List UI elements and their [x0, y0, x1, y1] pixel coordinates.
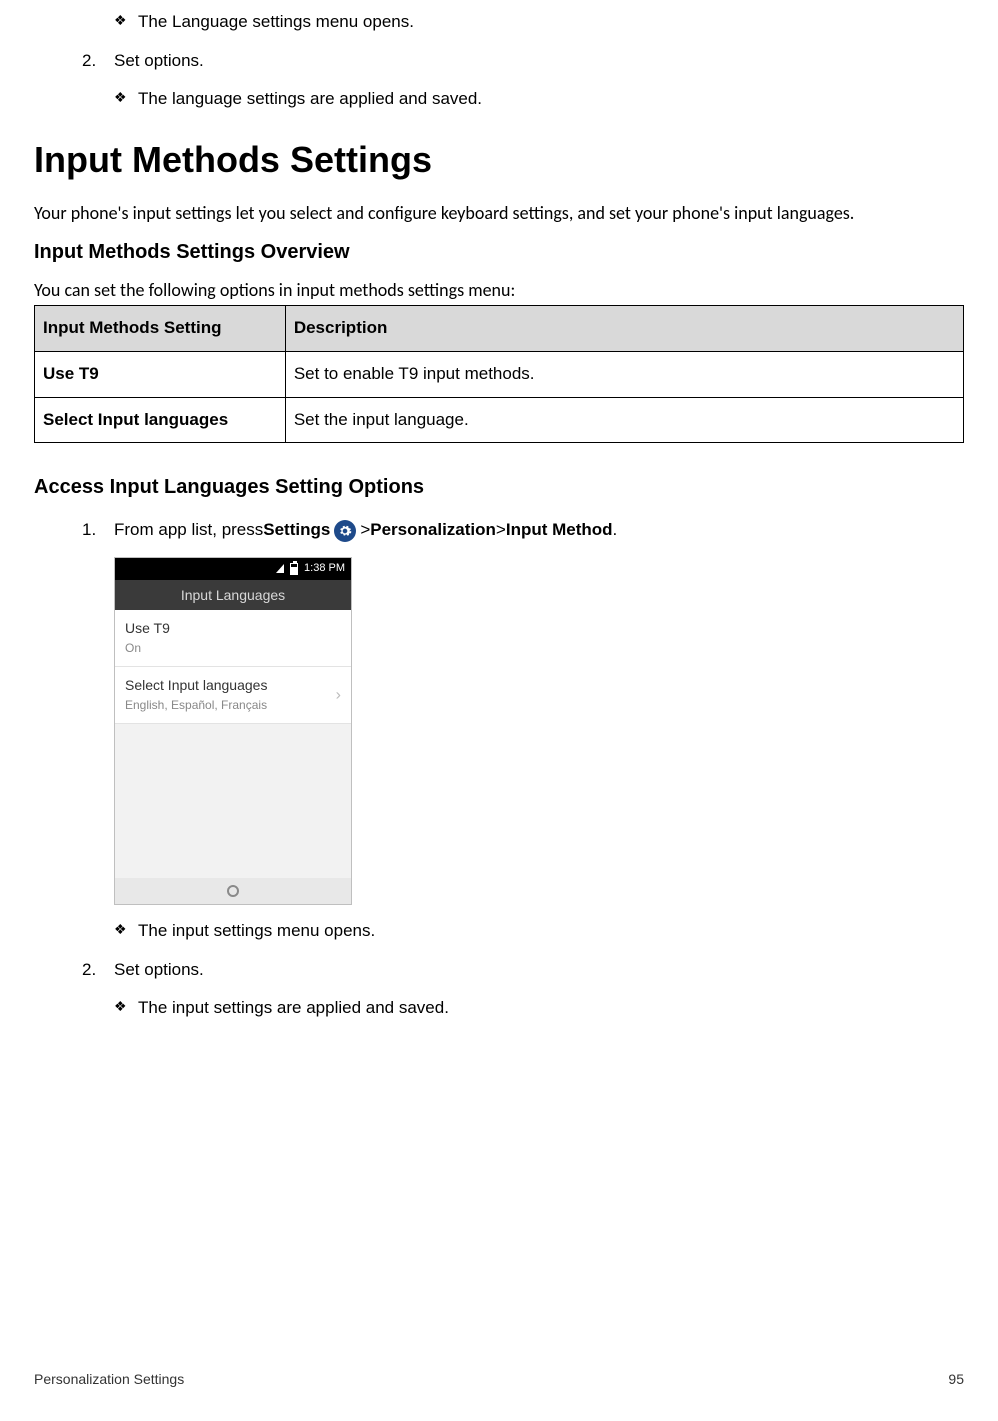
- numbered-item: 2. Set options.: [82, 49, 964, 74]
- cell-setting: Select Input languages: [35, 397, 286, 443]
- phone-statusbar: 1:38 PM: [115, 558, 351, 580]
- battery-icon: [290, 563, 298, 575]
- list-number: 2.: [82, 958, 114, 983]
- list-number: 1.: [82, 518, 114, 543]
- home-icon[interactable]: [227, 885, 239, 897]
- heading-overview: Input Methods Settings Overview: [34, 238, 964, 267]
- diamond-bullet-icon: ❖: [114, 87, 138, 107]
- lead-paragraph: You can set the following options in inp…: [34, 277, 964, 303]
- diamond-bullet-icon: ❖: [114, 919, 138, 939]
- bullet-text: The language settings are applied and sa…: [138, 87, 482, 112]
- page-footer: Personalization Settings 95: [34, 1369, 964, 1389]
- list-text: Set options.: [114, 958, 204, 983]
- row-title: Select Input languages: [125, 675, 341, 695]
- numbered-item: 1. From app list, press Settings > Perso…: [82, 518, 964, 543]
- bullet-item: ❖ The language settings are applied and …: [114, 87, 964, 112]
- row-subtitle: On: [125, 640, 341, 657]
- gear-icon: [334, 520, 356, 542]
- list-text: Set options.: [114, 49, 204, 74]
- diamond-bullet-icon: ❖: [114, 996, 138, 1016]
- phone-navbar: [115, 878, 351, 904]
- phone-row-use-t9[interactable]: Use T9 On: [115, 610, 351, 667]
- table-header-setting: Input Methods Setting: [35, 306, 286, 352]
- bold-personalization: Personalization: [370, 518, 496, 543]
- table-row: Select Input languages Set the input lan…: [35, 397, 964, 443]
- cell-setting: Use T9: [35, 351, 286, 397]
- separator: >: [360, 518, 370, 543]
- row-title: Use T9: [125, 618, 341, 638]
- footer-section: Personalization Settings: [34, 1369, 184, 1389]
- signal-icon: [276, 564, 284, 573]
- phone-screenshot: 1:38 PM Input Languages Use T9 On Select…: [114, 557, 352, 905]
- cell-description: Set the input language.: [285, 397, 963, 443]
- chevron-right-icon: ›: [336, 683, 341, 706]
- page-body: ❖ The Language settings menu opens. 2. S…: [0, 0, 998, 1021]
- phone-row-select-languages[interactable]: Select Input languages English, Español,…: [115, 667, 351, 724]
- bold-input-method: Input Method: [506, 518, 613, 543]
- footer-page-number: 95: [948, 1369, 964, 1389]
- step-text-pre: From app list, press: [114, 518, 263, 543]
- period: .: [613, 518, 618, 543]
- settings-table: Input Methods Setting Description Use T9…: [34, 305, 964, 443]
- heading-input-methods: Input Methods Settings: [34, 134, 964, 186]
- status-time: 1:38 PM: [304, 561, 345, 577]
- bold-settings: Settings: [263, 518, 330, 543]
- diamond-bullet-icon: ❖: [114, 10, 138, 30]
- bullet-item: ❖ The input settings menu opens.: [114, 919, 964, 944]
- bullet-text: The Language settings menu opens.: [138, 10, 414, 35]
- heading-access-options: Access Input Languages Setting Options: [34, 473, 964, 502]
- intro-paragraph: Your phone's input settings let you sele…: [34, 200, 964, 226]
- table-header-description: Description: [285, 306, 963, 352]
- cell-description: Set to enable T9 input methods.: [285, 351, 963, 397]
- table-row: Use T9 Set to enable T9 input methods.: [35, 351, 964, 397]
- numbered-item: 2. Set options.: [82, 958, 964, 983]
- bullet-text: The input settings menu opens.: [138, 919, 375, 944]
- bullet-text: The input settings are applied and saved…: [138, 996, 449, 1021]
- bullet-item: ❖ The Language settings menu opens.: [114, 10, 964, 35]
- row-subtitle: English, Español, Français: [125, 697, 341, 714]
- separator: >: [496, 518, 506, 543]
- bullet-item: ❖ The input settings are applied and sav…: [114, 996, 964, 1021]
- phone-titlebar: Input Languages: [115, 580, 351, 610]
- list-number: 2.: [82, 49, 114, 74]
